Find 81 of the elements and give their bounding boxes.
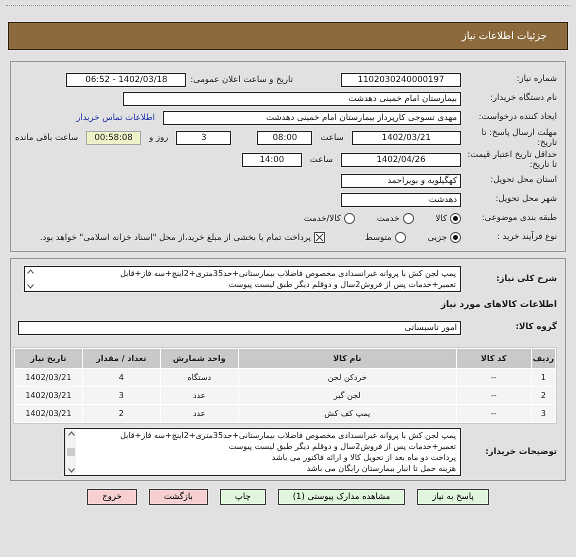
table-cell: 1402/03/21 [15, 387, 82, 404]
field-label: ساعت [319, 133, 345, 143]
table-cell: 3 [82, 387, 160, 404]
column-header: واحد شمارش [160, 349, 238, 368]
table-cell: 1 [532, 369, 555, 386]
column-header: کد کالا [456, 349, 531, 368]
radio-label: جزیی [428, 232, 447, 242]
field-label: حداقل تاریخ اعتبار قیمت: تا تاریخ: [466, 150, 557, 170]
table-cell: -- [456, 369, 531, 386]
field-label: ساعت باقی مانده [14, 133, 80, 143]
notes-textarea[interactable]: پمپ لجن کش با پروانه غیرانسدادی مخصوص فاضلاب بیمارستانی+حد35متری+2اینچ+سه فاز+قابل تعمیر+خدمات پس از فروش2سال و دوقلم دیگر طبق لیست پیوست پرداخت دو ماه بعد از تحویل کالا و ارائه فاکتور می باشد هزینه حمل تا انبار بیمارستان رایگان می باشد [64, 428, 461, 476]
column-header: ردیف [532, 349, 555, 368]
column-header: تعداد / مقدار [82, 349, 160, 368]
field-label: ایجاد کننده درخواست: [478, 112, 557, 123]
radio-label: کالا/خدمت [304, 214, 341, 224]
action-button[interactable]: خروج [87, 489, 137, 505]
field-label: نوع فرآیند خرید : [496, 232, 557, 243]
city-field: دهدشت [341, 192, 461, 206]
field-label: تاریخ و ساعت اعلان عمومی: [190, 74, 293, 84]
table-cell: -- [456, 405, 531, 422]
table-cell: خردکن لجن [238, 369, 456, 386]
field-label: توضیحات خریدار: [484, 446, 557, 458]
announce-date-field: 1402/03/18 - 06:52 [66, 72, 186, 86]
buyer-org-field: بیمارستان امام خمینی دهدشت [123, 92, 461, 106]
field-label: مهلت ارسال پاسخ: تا تاریخ: [480, 128, 557, 148]
field-label: طبقه بندی موضوعی: [480, 213, 557, 224]
radio-button[interactable] [450, 232, 461, 243]
checkbox-label: پرداخت تمام یا بخشی از مبلغ خرید،از محل "اسناد خزانه اسلامی" خواهد بود. [40, 232, 311, 242]
table-cell: 4 [82, 369, 160, 386]
table-cell: 1402/03/21 [15, 369, 82, 386]
radio-button[interactable] [450, 213, 461, 224]
scrollbar-thumb[interactable] [67, 448, 75, 456]
table-cell: پمپ کف کش [238, 405, 456, 422]
need-number-field: 1102030240000197 [341, 72, 461, 86]
radio-button[interactable] [344, 213, 355, 224]
scroll-up-icon[interactable] [27, 269, 34, 274]
summary-textarea[interactable]: پمپ لجن کش با پروانه غیرانسدادی مخصوص فاضلاب بیمارستانی+حد35متری+2اینچ+سه فاز+قابل تعمیر+خدمات پس از فروش2سال و دوقلم دیگر طبق لیست پیوست [24, 266, 461, 292]
field-label: نام دستگاه خریدار: [489, 93, 557, 104]
radio-label: خدمت [376, 214, 400, 224]
radio-button[interactable] [402, 213, 414, 224]
goods-group-field: امور تاسیساتی [18, 320, 461, 334]
table-cell: عدد [160, 405, 238, 422]
requester-field: مهدی تسوجی کارپرداز بیمارستان امام خمینی دهدشت [163, 110, 461, 124]
table-cell: 2 [82, 405, 160, 422]
action-button[interactable]: چاپ [220, 489, 266, 505]
validity-time-field: 14:00 [242, 153, 302, 167]
scroll-down-icon[interactable] [68, 468, 74, 473]
action-button[interactable]: پاسخ به نیاز [417, 489, 489, 505]
table-cell: عدد [160, 387, 238, 404]
radio-label: کالا [436, 214, 447, 224]
table-cell: دستگاه [160, 369, 238, 386]
remaining-time-field: 00:58:08 [86, 131, 142, 145]
column-header: نام کالا [238, 349, 456, 368]
scroll-up-icon[interactable] [68, 431, 74, 436]
buyer-contact-link[interactable]: اطلاعات تماس خریدار [76, 112, 155, 122]
column-header: تاریخ نیاز [15, 349, 82, 368]
section-heading: اطلاعات کالاهای مورد نیاز [440, 300, 557, 310]
table-cell: 3 [532, 405, 555, 422]
field-label: گروه کالا: [514, 322, 557, 333]
scroll-down-icon[interactable] [27, 284, 34, 289]
checkbox[interactable] [314, 232, 325, 243]
deadline-time-field: 08:00 [257, 131, 312, 145]
page-title: جزئیات اطلاعات نیاز [462, 30, 547, 42]
field-label: شماره نیاز: [516, 74, 557, 85]
province-field: کهگیلویه و بویراحمد [341, 174, 461, 188]
field-label: استان محل تحویل: [489, 175, 557, 186]
field-label: شهر محل تحویل: [494, 194, 557, 205]
field-label: روز و [148, 133, 170, 143]
action-button[interactable]: مشاهده مدارک پیوستی (1) [278, 489, 406, 505]
days-field: 3 [176, 131, 232, 145]
table-cell: لجن گیر [238, 387, 456, 404]
validity-date-field: 1402/04/26 [341, 153, 461, 167]
action-button[interactable]: بازگشت [148, 489, 208, 505]
table-cell: 2 [532, 387, 555, 404]
table-cell: 1402/03/21 [15, 405, 82, 422]
field-label: ساعت [308, 155, 334, 165]
radio-button[interactable] [394, 232, 406, 243]
field-label: شرح کلی نیاز: [495, 274, 557, 284]
table-cell: -- [456, 387, 531, 404]
radio-label: متوسط [364, 232, 392, 242]
deadline-date-field: 1402/03/21 [352, 131, 461, 145]
